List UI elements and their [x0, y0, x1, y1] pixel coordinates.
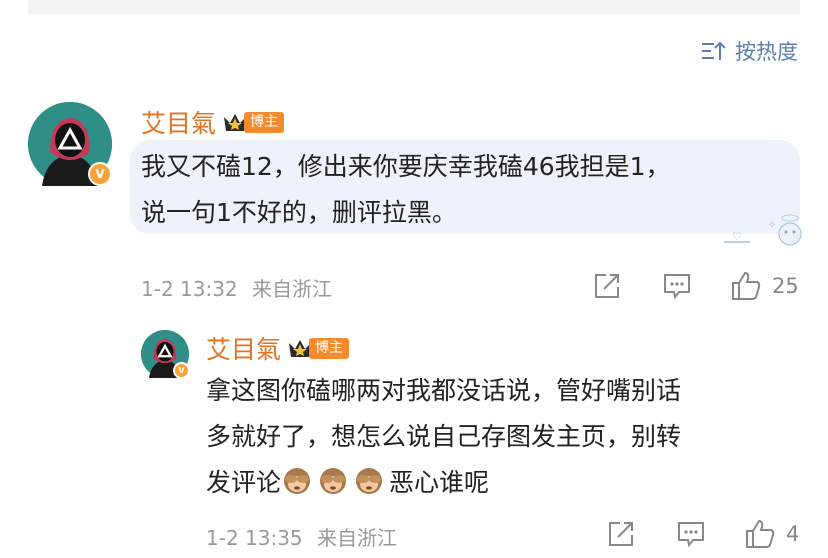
- verified-mark: V: [178, 366, 185, 375]
- author-row: 艾目氣 博主: [206, 330, 350, 366]
- comment-time: 1-2 13:35: [206, 526, 303, 550]
- comment-text-line: 拿这图你磕哪两对我都没话说，管好嘴别话: [206, 376, 682, 405]
- verified-badge: V: [88, 162, 112, 186]
- comment-actions: 25: [592, 270, 799, 302]
- verified-mark: V: [95, 167, 105, 181]
- comment-text-line: 多就好了，想怎么说自己存图发主页，别转: [206, 422, 682, 451]
- comment-icon[interactable]: [662, 271, 692, 301]
- comment-meta: 1-2 13:35 来自浙江: [206, 522, 397, 551]
- comment-text-line: 说一句1不好的，删评拉黑。: [141, 198, 457, 227]
- like-icon[interactable]: [744, 518, 776, 550]
- sort-button[interactable]: 按热度: [701, 36, 798, 66]
- svg-text:✧: ✧: [768, 220, 776, 231]
- comment-text: 拿这图你磕哪两对我都没话说，管好嘴别话 多就好了，想怎么说自己存图发主页，别转 …: [206, 368, 806, 506]
- author-name[interactable]: 艾目氣: [141, 104, 216, 140]
- see-no-evil-monkey-icon: [320, 468, 347, 494]
- comment-location: 来自浙江: [317, 526, 398, 550]
- share-icon[interactable]: [606, 519, 636, 549]
- comment-location: 来自浙江: [252, 277, 333, 301]
- comment-icon[interactable]: [676, 519, 706, 549]
- svg-text:♡: ♡: [732, 230, 742, 243]
- author-name[interactable]: 艾目氣: [206, 330, 281, 366]
- avatar[interactable]: V: [28, 102, 112, 186]
- blogger-badge: 博主: [287, 337, 350, 359]
- comment-text-segment: 发评论: [206, 468, 282, 497]
- verified-badge: V: [173, 362, 190, 379]
- comment-text-line: 发评论 恶心谁呢: [206, 460, 806, 506]
- badge-label: 博主: [244, 111, 285, 133]
- comment-text: 我又不磕12，修出来你要庆幸我磕46我担是1， 说一句1不好的，删评拉黑。: [141, 144, 801, 236]
- top-divider: [28, 0, 800, 14]
- comment-time: 1-2 13:32: [141, 277, 238, 301]
- comment-meta: 1-2 13:32 来自浙江: [141, 273, 332, 302]
- like-count: 4: [786, 522, 800, 546]
- comment-text-line: 我又不磕12，修出来你要庆幸我磕46我担是1，: [141, 152, 671, 181]
- share-icon[interactable]: [592, 271, 622, 301]
- blogger-badge: 博主: [222, 111, 285, 133]
- sort-label: 按热度: [735, 40, 798, 64]
- bubble-decoration-icon: ♡ ✧: [724, 214, 802, 246]
- see-no-evil-monkey-icon: [284, 468, 311, 494]
- comment-actions: 4: [606, 518, 799, 550]
- badge-label: 博主: [309, 337, 350, 359]
- see-no-evil-monkey-icon: [356, 468, 383, 494]
- author-row: 艾目氣 博主: [141, 104, 285, 140]
- like-count: 25: [772, 274, 799, 298]
- avatar[interactable]: V: [141, 330, 190, 379]
- like-icon[interactable]: [730, 270, 762, 302]
- comment-text-segment: 恶心谁呢: [389, 468, 490, 497]
- sort-icon: [702, 41, 726, 60]
